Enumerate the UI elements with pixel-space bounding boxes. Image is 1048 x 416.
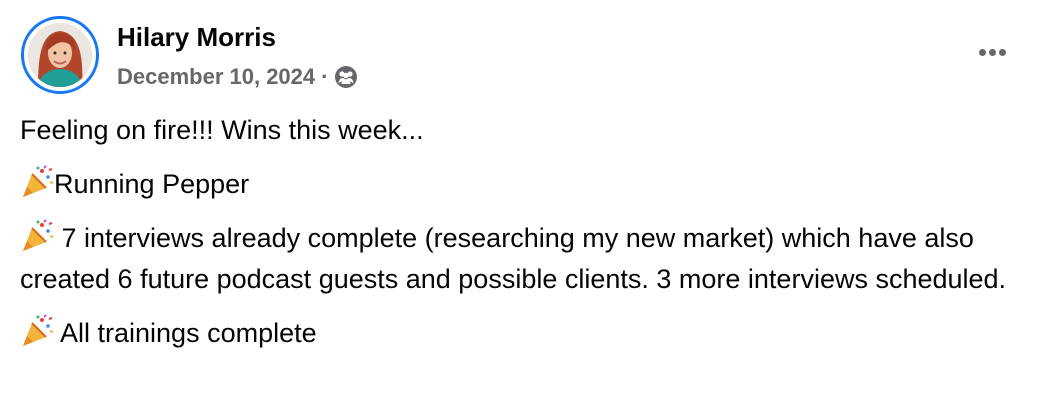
post-line-text: Running Pepper xyxy=(54,169,250,199)
post-line-text: Feeling on fire!!! Wins this week... xyxy=(20,115,424,145)
avatar-photo xyxy=(28,23,92,87)
more-options-button[interactable] xyxy=(968,32,1016,72)
post-header: Hilary Morris December 10, 2024 · xyxy=(0,0,1048,110)
party-popper-icon xyxy=(20,314,54,348)
post-line: Running Pepper xyxy=(20,164,1030,205)
post-content: Feeling on fire!!! Wins this week... Run… xyxy=(20,110,1030,367)
post-date[interactable]: December 10, 2024 xyxy=(117,64,315,90)
post-line: 7 interviews already complete (researchi… xyxy=(20,218,1030,300)
party-popper-icon xyxy=(20,165,54,199)
post-line: Feeling on fire!!! Wins this week... xyxy=(20,110,1030,151)
more-options-icon xyxy=(978,48,1006,56)
post-meta: December 10, 2024 · xyxy=(117,60,358,94)
author-name[interactable]: Hilary Morris xyxy=(117,20,276,54)
facebook-post: Hilary Morris December 10, 2024 · Feelin… xyxy=(0,0,1048,416)
post-line-text: All trainings complete xyxy=(54,318,317,348)
post-line-text: 7 interviews already complete (researchi… xyxy=(20,223,1007,294)
avatar[interactable] xyxy=(21,16,99,94)
meta-separator: · xyxy=(321,64,329,89)
post-line: All trainings complete xyxy=(20,313,1030,354)
friends-icon[interactable] xyxy=(334,65,358,89)
party-popper-icon xyxy=(20,219,54,253)
